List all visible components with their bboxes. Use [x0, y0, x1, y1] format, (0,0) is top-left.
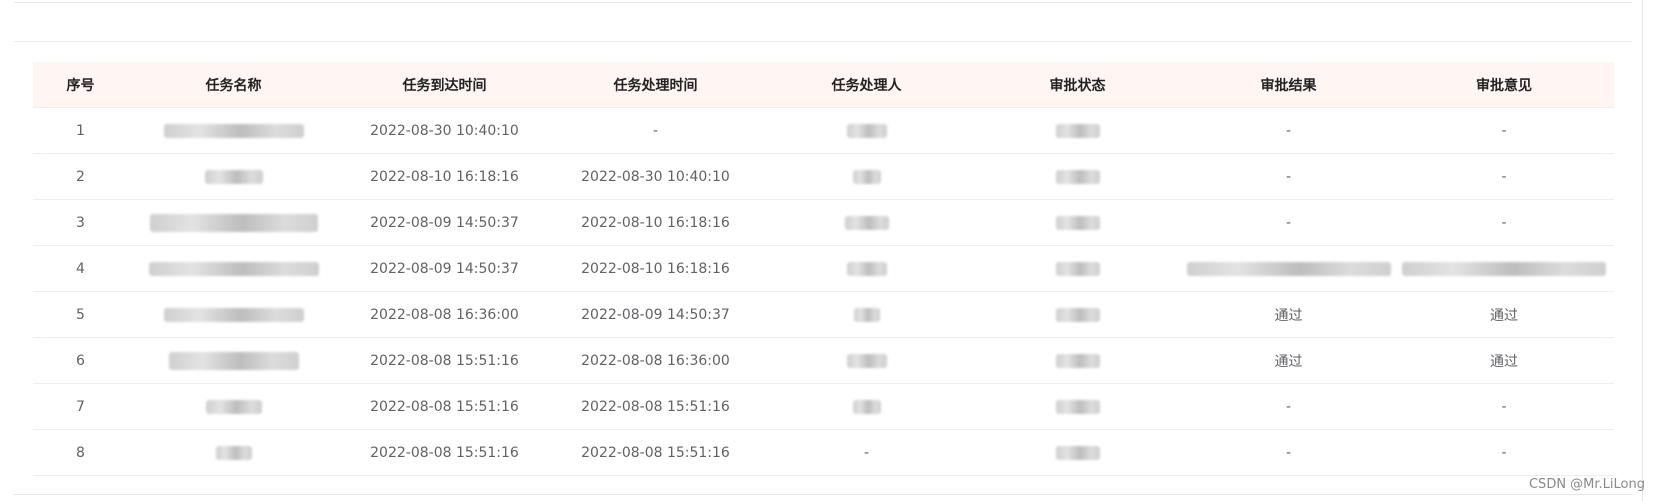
cell-handle-time: 2022-08-08 15:51:16 — [550, 383, 761, 430]
cell-arrive-time: 2022-08-09 14:50:37 — [339, 245, 550, 292]
table-row[interactable]: 2 2022-08-10 16:18:16 2022-08-30 10:40:1… — [33, 153, 1614, 200]
cell-handle-time: 2022-08-10 16:18:16 — [550, 245, 761, 292]
cell-task-name — [128, 245, 339, 292]
cell-handle-time: 2022-08-09 14:50:37 — [550, 291, 761, 338]
cell-handle-time: 2022-08-08 15:51:16 — [550, 429, 761, 476]
cell-status — [972, 199, 1183, 246]
header-arrive-time: 任务到达时间 — [339, 62, 550, 108]
cell-handler — [761, 291, 972, 338]
cell-opinion: - — [1394, 107, 1614, 154]
cell-handler — [761, 153, 972, 200]
cell-opinion: - — [1394, 199, 1614, 246]
table-row[interactable]: 8 2022-08-08 15:51:16 2022-08-08 15:51:1… — [33, 429, 1614, 476]
cell-handler — [761, 337, 972, 384]
cell-status — [972, 429, 1183, 476]
cell-result — [1183, 245, 1394, 292]
header-approval-result: 审批结果 — [1183, 62, 1394, 108]
cell-task-name — [128, 107, 339, 154]
cell-index: 2 — [33, 153, 128, 200]
cell-result: 通过 — [1183, 337, 1394, 384]
table-row[interactable]: 6 2022-08-08 15:51:16 2022-08-08 16:36:0… — [33, 337, 1614, 384]
task-history-table: 序号 任务名称 任务到达时间 任务处理时间 任务处理人 审批状态 审批结果 审批… — [33, 62, 1614, 476]
cell-opinion: - — [1394, 153, 1614, 200]
header-handle-time: 任务处理时间 — [550, 62, 761, 108]
header-task-name: 任务名称 — [128, 62, 339, 108]
cell-handler: - — [761, 429, 972, 476]
cell-arrive-time: 2022-08-30 10:40:10 — [339, 107, 550, 154]
cell-result: - — [1183, 107, 1394, 154]
cell-arrive-time: 2022-08-08 15:51:16 — [339, 337, 550, 384]
table-row[interactable]: 4 2022-08-09 14:50:37 2022-08-10 16:18:1… — [33, 245, 1614, 292]
cell-status — [972, 107, 1183, 154]
cell-task-name — [128, 199, 339, 246]
cell-index: 4 — [33, 245, 128, 292]
header-handler: 任务处理人 — [761, 62, 972, 108]
cell-task-name — [128, 337, 339, 384]
cell-status — [972, 383, 1183, 430]
table-row[interactable]: 7 2022-08-08 15:51:16 2022-08-08 15:51:1… — [33, 383, 1614, 430]
page: 序号 任务名称 任务到达时间 任务处理时间 任务处理人 审批状态 审批结果 审批… — [0, 0, 1661, 501]
cell-handler — [761, 245, 972, 292]
section-divider — [14, 41, 1632, 42]
table-row[interactable]: 3 2022-08-09 14:50:37 2022-08-10 16:18:1… — [33, 199, 1614, 246]
cell-result: - — [1183, 429, 1394, 476]
cell-task-name — [128, 383, 339, 430]
cell-result: - — [1183, 383, 1394, 430]
cell-arrive-time: 2022-08-08 16:36:00 — [339, 291, 550, 338]
cell-arrive-time: 2022-08-08 15:51:16 — [339, 383, 550, 430]
header-index: 序号 — [33, 62, 128, 108]
cell-result: 通过 — [1183, 291, 1394, 338]
cell-handle-time: 2022-08-08 16:36:00 — [550, 337, 761, 384]
cell-index: 8 — [33, 429, 128, 476]
right-border — [1642, 0, 1643, 501]
header-approval-status: 审批状态 — [972, 62, 1183, 108]
cell-index: 3 — [33, 199, 128, 246]
table-header-row: 序号 任务名称 任务到达时间 任务处理时间 任务处理人 审批状态 审批结果 审批… — [33, 62, 1614, 108]
cell-result: - — [1183, 153, 1394, 200]
cell-handle-time: 2022-08-10 16:18:16 — [550, 199, 761, 246]
bottom-divider — [14, 494, 1632, 495]
cell-task-name — [128, 153, 339, 200]
cell-handler — [761, 199, 972, 246]
cell-handler — [761, 107, 972, 154]
cell-task-name — [128, 291, 339, 338]
task-table-container: 序号 任务名称 任务到达时间 任务处理时间 任务处理人 审批状态 审批结果 审批… — [33, 62, 1614, 476]
cell-opinion: - — [1394, 429, 1614, 476]
cell-status — [972, 291, 1183, 338]
cell-index: 6 — [33, 337, 128, 384]
table-row[interactable]: 1 2022-08-30 10:40:10 - - - — [33, 107, 1614, 154]
top-divider — [14, 2, 1632, 3]
table-row[interactable]: 5 2022-08-08 16:36:00 2022-08-09 14:50:3… — [33, 291, 1614, 338]
cell-index: 1 — [33, 107, 128, 154]
header-approval-opinion: 审批意见 — [1394, 62, 1614, 108]
cell-arrive-time: 2022-08-10 16:18:16 — [339, 153, 550, 200]
watermark-text: CSDN @Mr.LiLong — [1528, 477, 1645, 492]
cell-status — [972, 337, 1183, 384]
cell-arrive-time: 2022-08-09 14:50:37 — [339, 199, 550, 246]
cell-opinion — [1394, 245, 1614, 292]
cell-opinion: - — [1394, 383, 1614, 430]
cell-task-name — [128, 429, 339, 476]
cell-handle-time: 2022-08-30 10:40:10 — [550, 153, 761, 200]
cell-opinion: 通过 — [1394, 337, 1614, 384]
cell-arrive-time: 2022-08-08 15:51:16 — [339, 429, 550, 476]
cell-status — [972, 153, 1183, 200]
cell-handle-time: - — [550, 107, 761, 154]
cell-index: 7 — [33, 383, 128, 430]
cell-result: - — [1183, 199, 1394, 246]
cell-index: 5 — [33, 291, 128, 338]
cell-handler — [761, 383, 972, 430]
cell-opinion: 通过 — [1394, 291, 1614, 338]
cell-status — [972, 245, 1183, 292]
